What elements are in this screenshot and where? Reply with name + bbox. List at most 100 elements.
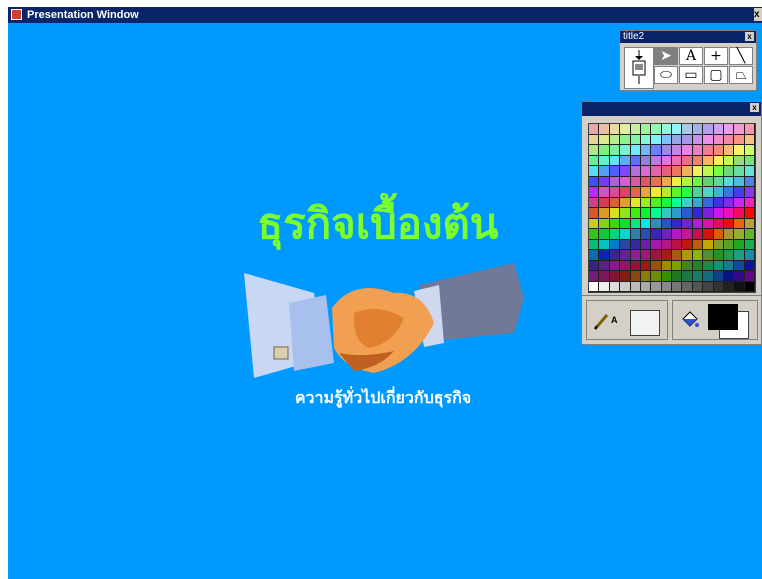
- color-swatch[interactable]: [692, 166, 704, 177]
- color-swatch[interactable]: [713, 218, 724, 229]
- color-swatch[interactable]: [723, 208, 735, 219]
- color-swatch[interactable]: [672, 166, 683, 177]
- color-swatch[interactable]: [661, 187, 672, 198]
- color-swatch[interactable]: [589, 208, 600, 219]
- color-swatch[interactable]: [630, 229, 641, 240]
- text-tool-button[interactable]: A: [679, 47, 703, 65]
- color-swatch[interactable]: [609, 124, 621, 135]
- color-swatch[interactable]: [640, 271, 652, 282]
- color-swatch[interactable]: [589, 271, 600, 282]
- color-swatch[interactable]: [713, 239, 724, 250]
- color-swatch[interactable]: [672, 229, 683, 240]
- color-swatch[interactable]: [744, 155, 755, 166]
- color-swatch[interactable]: [589, 250, 600, 261]
- color-swatch[interactable]: [609, 197, 621, 208]
- color-swatch[interactable]: [640, 197, 652, 208]
- color-swatch[interactable]: [589, 197, 600, 208]
- color-swatch[interactable]: [713, 124, 724, 135]
- color-swatch[interactable]: [599, 145, 610, 156]
- color-swatch[interactable]: [734, 229, 745, 240]
- color-swatch[interactable]: [734, 187, 745, 198]
- foreground-color-swatch[interactable]: [708, 304, 738, 330]
- color-swatch[interactable]: [713, 229, 724, 240]
- color-swatch[interactable]: [682, 218, 693, 229]
- color-swatch[interactable]: [692, 208, 704, 219]
- color-swatch[interactable]: [620, 208, 631, 219]
- tool-palette-close-button[interactable]: x: [745, 32, 754, 41]
- color-swatch[interactable]: [661, 260, 672, 271]
- color-swatch[interactable]: [744, 239, 755, 250]
- color-swatch[interactable]: [589, 166, 600, 177]
- color-swatch[interactable]: [703, 229, 714, 240]
- color-swatch[interactable]: [734, 218, 745, 229]
- color-swatch[interactable]: [661, 229, 672, 240]
- color-swatch[interactable]: [744, 176, 755, 187]
- color-swatch[interactable]: [640, 145, 652, 156]
- color-swatch[interactable]: [734, 250, 745, 261]
- color-swatch[interactable]: [661, 239, 672, 250]
- color-swatch[interactable]: [723, 145, 735, 156]
- color-swatch[interactable]: [713, 271, 724, 282]
- pointer-tool-button[interactable]: ➤: [654, 47, 678, 65]
- color-swatch[interactable]: [661, 145, 672, 156]
- color-swatch[interactable]: [672, 155, 683, 166]
- color-swatch[interactable]: [640, 239, 652, 250]
- color-swatch[interactable]: [640, 250, 652, 261]
- color-swatch[interactable]: [692, 197, 704, 208]
- fill-color-well[interactable]: [672, 300, 758, 340]
- color-swatch[interactable]: [630, 271, 641, 282]
- color-swatch[interactable]: [620, 260, 631, 271]
- color-swatch[interactable]: [661, 176, 672, 187]
- color-swatch[interactable]: [672, 271, 683, 282]
- color-swatch[interactable]: [640, 187, 652, 198]
- color-swatch[interactable]: [703, 271, 714, 282]
- window-close-button[interactable]: x: [754, 8, 762, 21]
- color-swatch[interactable]: [692, 155, 704, 166]
- color-swatch[interactable]: [620, 281, 631, 292]
- color-swatch[interactable]: [703, 134, 714, 145]
- color-swatch[interactable]: [723, 260, 735, 271]
- color-swatch[interactable]: [609, 229, 621, 240]
- color-swatch[interactable]: [692, 176, 704, 187]
- color-swatch[interactable]: [672, 260, 683, 271]
- color-swatch[interactable]: [744, 208, 755, 219]
- color-swatch[interactable]: [682, 155, 693, 166]
- color-swatch[interactable]: [744, 197, 755, 208]
- color-swatch[interactable]: [589, 145, 600, 156]
- color-swatch[interactable]: [640, 260, 652, 271]
- color-swatch[interactable]: [620, 218, 631, 229]
- color-swatch[interactable]: [651, 155, 662, 166]
- color-swatch[interactable]: [703, 239, 714, 250]
- color-swatch[interactable]: [609, 260, 621, 271]
- color-swatch[interactable]: [723, 124, 735, 135]
- color-swatch[interactable]: [630, 145, 641, 156]
- color-swatch[interactable]: [703, 124, 714, 135]
- color-swatch[interactable]: [703, 197, 714, 208]
- color-swatch[interactable]: [620, 229, 631, 240]
- color-swatch[interactable]: [661, 134, 672, 145]
- color-swatch[interactable]: [703, 145, 714, 156]
- color-swatch[interactable]: [744, 271, 755, 282]
- color-swatch[interactable]: [620, 166, 631, 177]
- color-swatch[interactable]: [692, 187, 704, 198]
- color-swatch[interactable]: [682, 134, 693, 145]
- color-swatch[interactable]: [589, 155, 600, 166]
- color-swatch[interactable]: [713, 145, 724, 156]
- color-swatch[interactable]: [640, 124, 652, 135]
- color-swatch[interactable]: [744, 260, 755, 271]
- color-swatch[interactable]: [640, 218, 652, 229]
- color-swatch[interactable]: [640, 166, 652, 177]
- tool-palette-titlebar[interactable]: title2 x: [620, 31, 756, 43]
- color-swatch[interactable]: [589, 187, 600, 198]
- color-swatch[interactable]: [734, 208, 745, 219]
- color-swatch[interactable]: [703, 187, 714, 198]
- color-swatch[interactable]: [692, 145, 704, 156]
- color-swatch[interactable]: [703, 260, 714, 271]
- color-swatch[interactable]: [589, 218, 600, 229]
- color-swatch[interactable]: [651, 218, 662, 229]
- color-swatch[interactable]: [661, 197, 672, 208]
- color-swatch[interactable]: [609, 218, 621, 229]
- color-swatch[interactable]: [734, 260, 745, 271]
- color-swatch[interactable]: [620, 187, 631, 198]
- color-swatch[interactable]: [723, 229, 735, 240]
